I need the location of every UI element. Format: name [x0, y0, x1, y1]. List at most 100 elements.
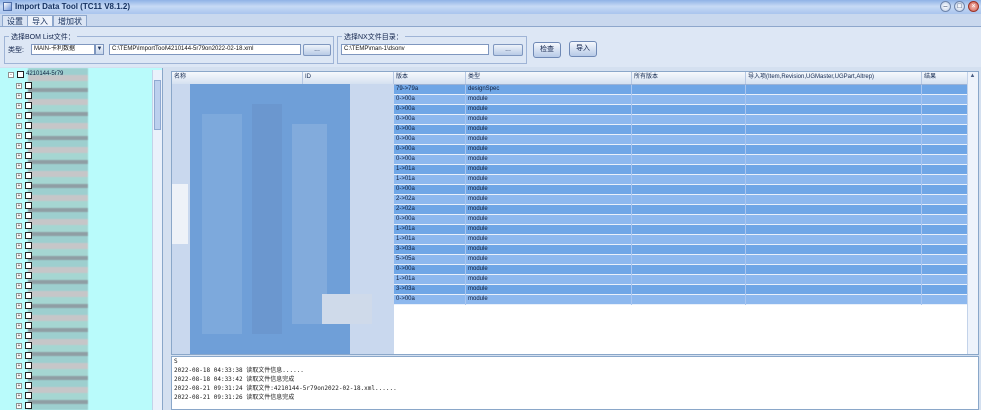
tree-node-checkbox[interactable] — [25, 252, 32, 259]
tree-node-checkbox[interactable] — [25, 162, 32, 169]
tree-node-checkbox[interactable] — [25, 312, 32, 319]
expand-icon[interactable]: + — [16, 243, 22, 249]
expand-icon[interactable]: + — [16, 93, 22, 99]
tree-node-checkbox[interactable] — [25, 82, 32, 89]
col-header-version[interactable]: 版本 — [394, 72, 466, 84]
tree-node-checkbox[interactable] — [25, 92, 32, 99]
expand-icon[interactable]: + — [16, 313, 22, 319]
expand-icon[interactable]: + — [16, 183, 22, 189]
tree-node-checkbox[interactable] — [25, 232, 32, 239]
tree-node-checkbox[interactable] — [25, 332, 32, 339]
expand-icon[interactable]: + — [16, 103, 22, 109]
col-header-type[interactable]: 类型 — [466, 72, 632, 84]
expand-icon[interactable]: + — [16, 303, 22, 309]
col-header-name[interactable]: 名称 — [172, 72, 303, 84]
expand-icon[interactable]: + — [16, 153, 22, 159]
tree-node-checkbox[interactable] — [25, 222, 32, 229]
type-cell: module — [466, 155, 632, 165]
tree-node-checkbox[interactable] — [25, 372, 32, 379]
table-cell — [632, 85, 746, 95]
expand-icon[interactable]: + — [16, 403, 22, 409]
tree-node-checkbox[interactable] — [25, 272, 32, 279]
tree-node-checkbox[interactable] — [25, 202, 32, 209]
expand-icon[interactable]: + — [16, 203, 22, 209]
tree-root-checkbox[interactable] — [17, 71, 24, 78]
type-cell: module — [466, 185, 632, 195]
expand-icon[interactable]: + — [16, 373, 22, 379]
import-grid[interactable]: 名称 ID 版本 类型 所有版本 导入项(Item,Revision,UGMas… — [171, 71, 979, 355]
tree-scroll-thumb[interactable] — [154, 80, 161, 130]
chevron-down-icon[interactable]: ▼ — [95, 44, 104, 55]
bom-file-path-field[interactable]: C:\TEMP\ImportTool\4210144-5r79on2022-02… — [109, 44, 301, 55]
tree-node-checkbox[interactable] — [25, 362, 32, 369]
expand-icon[interactable]: + — [16, 343, 22, 349]
type-select[interactable]: MAIN-卡利数据 — [31, 44, 95, 55]
collapse-icon[interactable]: - — [8, 72, 14, 78]
tree-node-checkbox[interactable] — [25, 292, 32, 299]
col-header-all-versions[interactable]: 所有版本 — [632, 72, 746, 84]
expand-icon[interactable]: + — [16, 193, 22, 199]
bom-tree[interactable]: - 4210144-5r79 + + + + + + + + + + + + + + + + + + + + + + + + +… — [0, 68, 163, 410]
expand-icon[interactable]: + — [16, 283, 22, 289]
grid-scrollbar[interactable]: ▲ — [967, 72, 978, 354]
col-header-result[interactable]: 结果 — [922, 72, 968, 84]
tab-settings[interactable]: 设置 — [2, 15, 28, 26]
tree-node-checkbox[interactable] — [25, 322, 32, 329]
col-header-import-items[interactable]: 导入项(Item,Revision,UGMaster,UGPart,Altrep… — [746, 72, 922, 84]
expand-icon[interactable]: + — [16, 363, 22, 369]
tree-node-checkbox[interactable] — [25, 142, 32, 149]
expand-icon[interactable]: + — [16, 123, 22, 129]
tree-node-checkbox[interactable] — [25, 152, 32, 159]
scroll-up-icon[interactable]: ▲ — [968, 72, 977, 81]
tree-node-checkbox[interactable] — [25, 282, 32, 289]
tree-node-checkbox[interactable] — [25, 172, 32, 179]
expand-icon[interactable]: + — [16, 253, 22, 259]
expand-icon[interactable]: + — [16, 133, 22, 139]
minimize-button[interactable]: – — [940, 1, 951, 12]
expand-icon[interactable]: + — [16, 263, 22, 269]
tab-import[interactable]: 导入 — [27, 15, 53, 26]
expand-icon[interactable]: + — [16, 213, 22, 219]
tree-node-checkbox[interactable] — [25, 212, 32, 219]
type-cell: module — [466, 195, 632, 205]
nx-browse-button[interactable]: ... — [493, 44, 523, 56]
expand-icon[interactable]: + — [16, 83, 22, 89]
tree-node-checkbox[interactable] — [25, 402, 32, 409]
expand-icon[interactable]: + — [16, 293, 22, 299]
tree-node-checkbox[interactable] — [25, 262, 32, 269]
expand-icon[interactable]: + — [16, 273, 22, 279]
tree-node-checkbox[interactable] — [25, 192, 32, 199]
expand-icon[interactable]: + — [16, 173, 22, 179]
tree-node-checkbox[interactable] — [25, 112, 32, 119]
import-button[interactable]: 导入 — [569, 41, 597, 57]
expand-icon[interactable]: + — [16, 223, 22, 229]
tree-node-checkbox[interactable] — [25, 102, 32, 109]
expand-icon[interactable]: + — [16, 393, 22, 399]
log-panel[interactable]: S 2022-08-18 04:33:38 读取文件信息...... 2022-08… — [171, 356, 979, 410]
tree-node-checkbox[interactable] — [25, 122, 32, 129]
tree-node-checkbox[interactable] — [25, 182, 32, 189]
expand-icon[interactable]: + — [16, 163, 22, 169]
tree-node-checkbox[interactable] — [25, 242, 32, 249]
col-header-id[interactable]: ID — [303, 72, 394, 84]
tree-node-checkbox[interactable] — [25, 352, 32, 359]
expand-icon[interactable]: + — [16, 323, 22, 329]
tree-scrollbar[interactable] — [152, 70, 162, 410]
tree-node-checkbox[interactable] — [25, 342, 32, 349]
close-button[interactable]: × — [968, 1, 979, 12]
tree-node-checkbox[interactable] — [25, 392, 32, 399]
check-button[interactable]: 检查 — [533, 42, 561, 58]
expand-icon[interactable]: + — [16, 113, 22, 119]
tree-node-checkbox[interactable] — [25, 302, 32, 309]
nx-dir-path-field[interactable]: C:\TEMP\man-1\dsonv — [341, 44, 489, 55]
expand-icon[interactable]: + — [16, 383, 22, 389]
tree-node-checkbox[interactable] — [25, 132, 32, 139]
expand-icon[interactable]: + — [16, 143, 22, 149]
bom-browse-button[interactable]: ... — [303, 44, 331, 56]
tree-node-checkbox[interactable] — [25, 382, 32, 389]
expand-icon[interactable]: + — [16, 333, 22, 339]
expand-icon[interactable]: + — [16, 353, 22, 359]
expand-icon[interactable]: + — [16, 233, 22, 239]
maximize-button[interactable]: □ — [954, 1, 965, 12]
tab-add-status[interactable]: 增加状 — [53, 15, 87, 26]
